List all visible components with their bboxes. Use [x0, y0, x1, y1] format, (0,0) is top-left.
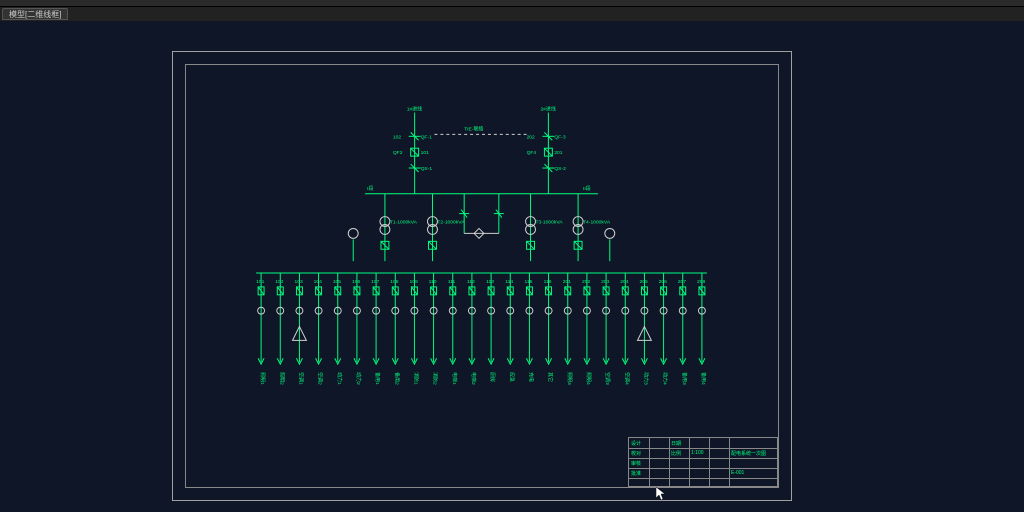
- svg-text:QF-3: QF-3: [554, 134, 566, 140]
- svg-text:2#进线: 2#进线: [540, 106, 555, 113]
- svg-text:动力3: 动力3: [642, 372, 649, 385]
- tb-f4: 日期: [671, 440, 681, 447]
- svg-text:备用4: 备用4: [700, 372, 707, 385]
- app-root: 模型[二维线框] 1#进线 QF-1 101 QS-1: [0, 0, 1024, 512]
- svg-text:104: 104: [314, 279, 322, 285]
- svg-text:QF2: QF2: [393, 150, 403, 156]
- svg-text:112: 112: [467, 279, 475, 285]
- svg-text:201: 201: [554, 150, 562, 156]
- svg-text:114: 114: [505, 279, 513, 285]
- svg-text:I段: I段: [367, 185, 373, 192]
- svg-text:T1-1000kVA: T1-1000kVA: [390, 219, 418, 225]
- svg-text:QF4: QF4: [527, 150, 537, 156]
- svg-text:113: 113: [486, 279, 494, 285]
- svg-text:110: 110: [429, 279, 437, 285]
- svg-text:102: 102: [393, 134, 401, 140]
- svg-text:109: 109: [409, 279, 417, 285]
- svg-text:照明4: 照明4: [585, 372, 591, 385]
- svg-text:101: 101: [421, 150, 429, 156]
- svg-text:111: 111: [448, 279, 456, 285]
- svg-text:108: 108: [390, 279, 398, 285]
- svg-text:106: 106: [352, 279, 360, 285]
- svg-text:202: 202: [582, 279, 590, 285]
- svg-text:动力4: 动力4: [662, 372, 669, 385]
- tb-f3: 批准: [631, 470, 641, 477]
- tb-sheet: E-001: [731, 470, 744, 476]
- svg-text:空调3: 空调3: [604, 372, 611, 385]
- svg-text:1#进线: 1#进线: [407, 106, 422, 113]
- mid-tier: T1-1000kVA T2-1000kVA: [348, 194, 614, 261]
- svg-text:备用3: 备用3: [681, 372, 688, 385]
- svg-text:T3-1000kVA: T3-1000kVA: [535, 219, 563, 225]
- svg-text:207: 207: [678, 279, 686, 285]
- tb-title: 配电系统一次图: [731, 450, 766, 457]
- svg-text:QF-1: QF-1: [421, 134, 433, 140]
- svg-text:203: 203: [601, 279, 609, 285]
- feeder-bank: 101 照明1 102 照明2 103 空调1 104 空调2 105 动力1 106 动力2 107 备…: [256, 273, 707, 385]
- svg-text:充电: 充电: [527, 372, 534, 382]
- svg-text:201: 201: [563, 279, 571, 285]
- svg-text:208: 208: [697, 279, 705, 285]
- model-tab[interactable]: 模型[二维线框]: [2, 8, 68, 20]
- svg-text:备用1: 备用1: [374, 372, 381, 385]
- svg-text:T4-1000kVA: T4-1000kVA: [583, 219, 611, 225]
- svg-text:照明3: 照明3: [566, 372, 572, 385]
- svg-text:T2-1000kVA: T2-1000kVA: [437, 219, 465, 225]
- svg-text:QS-2: QS-2: [554, 166, 566, 172]
- svg-text:102: 102: [275, 279, 283, 285]
- electrical-diagram: 1#进线 QF-1 101 QS-1 102 QF2 2#进线: [186, 65, 778, 487]
- svg-text:115: 115: [524, 279, 532, 285]
- window-topbar: [0, 0, 1024, 7]
- svg-text:TIE-联络: TIE-联络: [464, 125, 483, 132]
- tb-f0: 设计: [631, 440, 641, 447]
- svg-text:空调4: 空调4: [623, 372, 630, 385]
- tb-f5: 比例: [671, 450, 681, 457]
- svg-text:QS-1: QS-1: [421, 166, 433, 172]
- sheet-inner-frame: 1#进线 QF-1 101 QS-1 102 QF2 2#进线: [185, 64, 779, 488]
- svg-text:电梯1: 电梯1: [451, 372, 458, 385]
- svg-text:消防2: 消防2: [432, 372, 439, 385]
- svg-text:动力2: 动力2: [355, 372, 362, 385]
- svg-text:204: 204: [620, 279, 628, 285]
- svg-text:厨房: 厨房: [489, 372, 496, 382]
- svg-text:其它: 其它: [547, 372, 554, 382]
- svg-text:116: 116: [544, 279, 552, 285]
- svg-text:205: 205: [639, 279, 647, 285]
- svg-text:202: 202: [527, 134, 535, 140]
- tb-f2: 审核: [631, 460, 641, 467]
- model-tab-bar: 模型[二维线框]: [0, 7, 1024, 21]
- svg-text:II段: II段: [583, 185, 591, 192]
- svg-text:107: 107: [371, 279, 379, 285]
- svg-text:105: 105: [333, 279, 341, 285]
- tb-f1: 校对: [631, 450, 641, 457]
- incomer-1: 1#进线 QF-1 101 QS-1 102 QF2: [393, 106, 433, 194]
- svg-text:消防1: 消防1: [412, 372, 419, 385]
- svg-text:101: 101: [256, 279, 264, 285]
- title-block: 配电系统一次图 E-001 设计 校对 审核 批准 日期 比例 1:100: [628, 437, 778, 487]
- tb-f5v: 1:100: [691, 450, 704, 456]
- svg-text:103: 103: [294, 279, 302, 285]
- svg-text:206: 206: [659, 279, 667, 285]
- svg-text:动力1: 动力1: [336, 372, 343, 385]
- svg-text:空调2: 空调2: [317, 372, 324, 385]
- incomer-2: 2#进线 QF-3 201 QS-2 202 QF4: [527, 106, 567, 194]
- svg-text:空调1: 空调1: [297, 372, 304, 385]
- svg-text:备用2: 备用2: [393, 372, 400, 385]
- svg-text:照明2: 照明2: [278, 372, 284, 385]
- drawing-canvas[interactable]: 1#进线 QF-1 101 QS-1 102 QF2 2#进线: [0, 21, 1024, 512]
- svg-text:应急: 应急: [508, 372, 515, 382]
- sheet-outer-frame: 1#进线 QF-1 101 QS-1 102 QF2 2#进线: [172, 51, 792, 501]
- svg-text:电梯2: 电梯2: [470, 372, 477, 385]
- svg-text:照明1: 照明1: [259, 372, 265, 385]
